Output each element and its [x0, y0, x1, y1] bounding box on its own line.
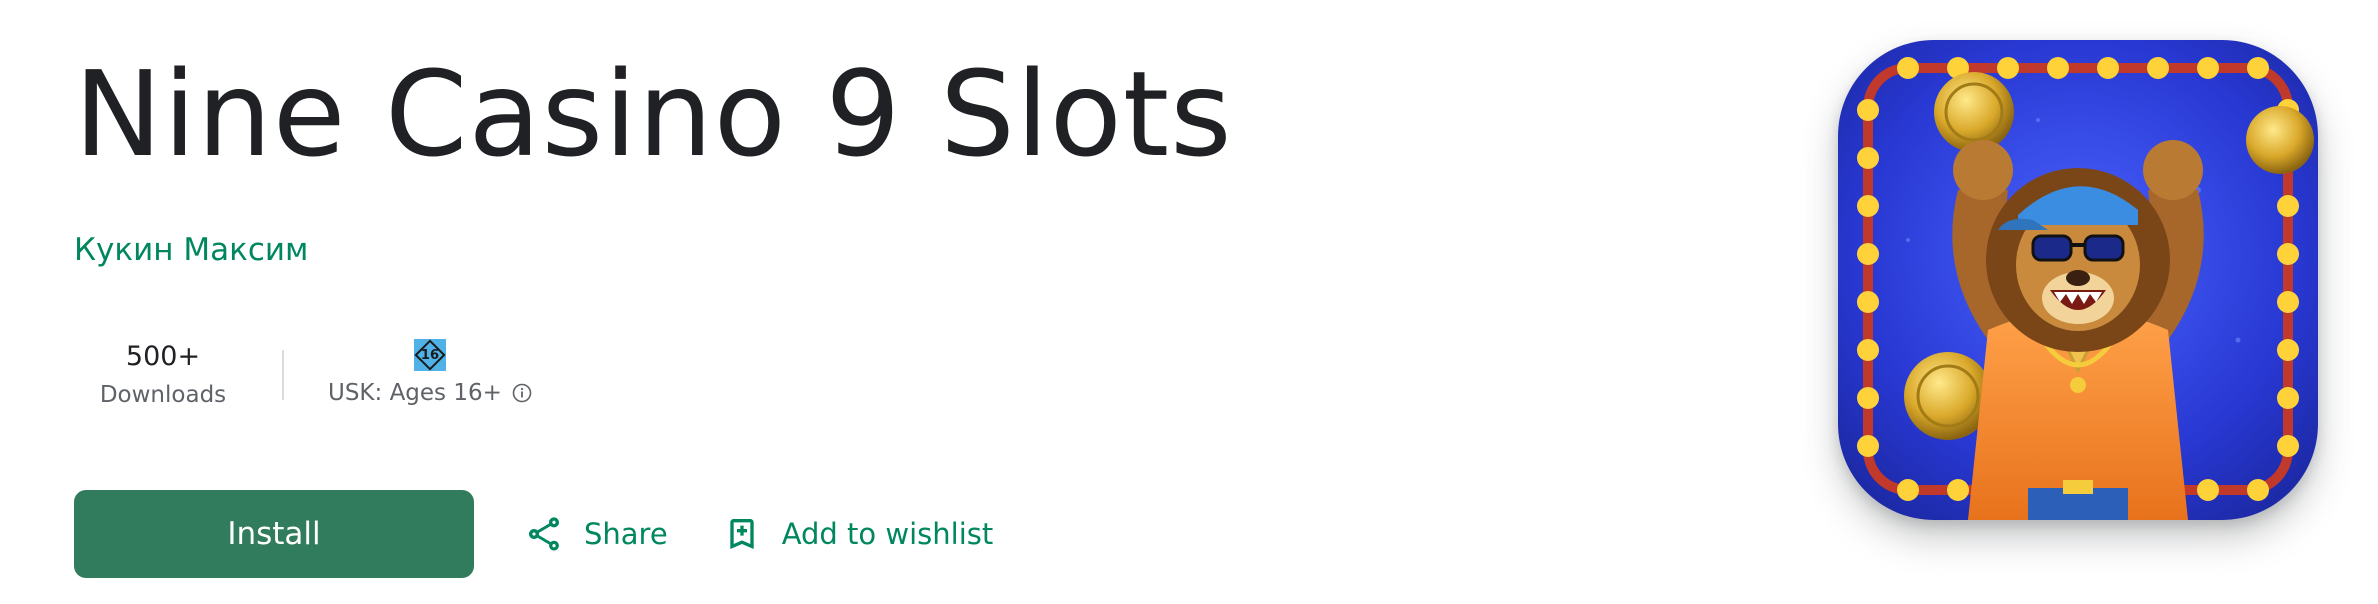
usk-rating-badge-icon: 16: [413, 339, 446, 371]
action-bar: Install Share Add to wishlist: [74, 490, 993, 578]
share-label: Share: [584, 517, 668, 551]
info-icon[interactable]: [512, 383, 532, 403]
content-rating-label: USK: Ages 16+: [328, 380, 502, 406]
downloads-label: Downloads: [99, 382, 227, 408]
downloads-count: 500+: [125, 341, 201, 372]
content-rating-row: USK: Ages 16+: [328, 375, 532, 411]
usk-badge-text: 16: [420, 347, 439, 363]
stats-divider: [282, 350, 284, 400]
content-rating-stat[interactable]: 16 USK: Ages 16+: [328, 330, 532, 420]
share-button[interactable]: Share: [524, 490, 668, 578]
developer-link[interactable]: Кукин Максим: [74, 228, 308, 272]
app-title: Nine Casino 9 Slots: [74, 45, 1233, 183]
downloads-stat: 500+ Downloads: [74, 330, 252, 420]
app-stats: 500+ Downloads 16 USK: Ages 16+: [74, 330, 532, 420]
bookmark-add-icon: [722, 514, 762, 554]
app-icon: [1838, 40, 2318, 520]
install-button[interactable]: Install: [74, 490, 474, 578]
wishlist-label: Add to wishlist: [781, 517, 994, 551]
add-to-wishlist-button[interactable]: Add to wishlist: [722, 490, 994, 578]
share-icon: [524, 514, 564, 554]
